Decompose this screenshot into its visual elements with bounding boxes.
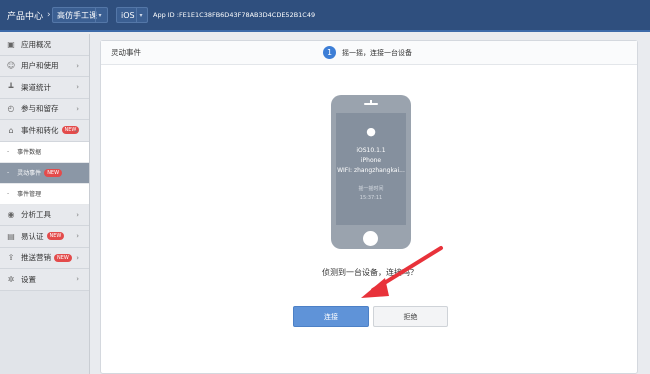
cert-icon: ▤ — [7, 231, 15, 241]
chevron-right-icon: › — [76, 61, 79, 70]
chevron-down-icon: ⌄ — [73, 126, 79, 135]
push-icon: ⇪ — [7, 253, 15, 263]
device-model: iPhone — [360, 157, 382, 164]
device-wifi: WIFI: zhangzhangkai... — [337, 167, 405, 174]
phone-screen: ● iOS10.1.1 iPhone WIFI: zhangzhangkai..… — [336, 113, 406, 225]
new-badge: NEW — [46, 232, 65, 241]
sidebar-item-analysis[interactable]: ◉ 分析工具 › — [0, 204, 89, 226]
chevron-right-icon: › — [76, 275, 79, 284]
main-panel: 灵动事件 1 摇一摇，连接一台设备 ● iOS10.1.1 iPhone WIF… — [100, 40, 638, 374]
platform-select[interactable]: iOS ▾ — [116, 7, 148, 23]
sidebar-item-label: 易认证 — [21, 231, 44, 241]
phone-illustration: ● iOS10.1.1 iPhone WIFI: zhangzhangkai..… — [331, 95, 411, 249]
chevron-right-icon: › — [76, 210, 79, 219]
bullet-icon: - — [7, 148, 10, 155]
sidebar-subitem-label: 事件数据 — [17, 149, 42, 156]
overview-icon: ▣ — [7, 39, 15, 49]
sidebar-subitem-event-data[interactable]: - 事件数据 — [0, 141, 89, 163]
step-number: 1 — [323, 46, 336, 59]
sidebar: ▣ 应用概况 ☺ 用户和使用 › ┻ 渠道统计 › ◴ 参与和留存 › ⌂ 事件… — [0, 34, 90, 374]
sidebar-item-push[interactable]: ⇪ 推送营销 NEW › — [0, 247, 89, 269]
sidebar-item-label: 渠道统计 — [21, 82, 51, 92]
phone-speaker — [364, 103, 378, 105]
channel-icon: ┻ — [8, 82, 14, 92]
bullet-icon: - — [7, 190, 10, 197]
panel-header: 灵动事件 1 摇一摇，连接一台设备 — [101, 41, 637, 65]
sidebar-item-label: 设置 — [21, 274, 36, 284]
retention-icon: ◴ — [7, 104, 15, 114]
sidebar-item-users[interactable]: ☺ 用户和使用 › — [0, 55, 89, 77]
sidebar-subitem-label: 灵动事件 — [17, 170, 42, 177]
sidebar-item-label: 参与和留存 — [21, 104, 59, 114]
shake-time-label: 摇一摇时间 — [358, 186, 384, 192]
chevron-right-icon: › — [76, 83, 79, 92]
product-center-menu[interactable]: 产品中心 › — [0, 9, 52, 22]
gear-icon: ✲ — [7, 274, 15, 284]
app-select-value: 高仿手工课 — [57, 10, 97, 20]
sidebar-item-label: 分析工具 — [21, 210, 51, 220]
chevron-right-icon: › — [76, 104, 79, 113]
step-indicator: 1 摇一摇，连接一台设备 — [323, 46, 412, 59]
sidebar-item-overview[interactable]: ▣ 应用概况 — [0, 34, 89, 56]
shake-time-value: 15:37:11 — [359, 195, 383, 201]
new-badge: NEW — [44, 168, 63, 177]
apple-icon: ● — [366, 125, 376, 138]
chevron-right-icon: › — [76, 232, 79, 241]
event-icon: ⌂ — [8, 125, 14, 135]
sidebar-item-cert[interactable]: ▤ 易认证 NEW › — [0, 226, 89, 248]
chevron-down-icon: ▾ — [95, 8, 104, 22]
chevron-right-icon: › — [76, 253, 79, 262]
page-title: 灵动事件 — [111, 48, 141, 57]
annotation-arrow-icon — [361, 246, 443, 298]
bullet-icon: - — [7, 169, 10, 176]
chevron-down-icon: ▾ — [136, 8, 145, 22]
sidebar-item-label: 推送营销 — [21, 253, 51, 263]
eye-icon: ◉ — [7, 210, 15, 220]
app-id: App ID :FE1E1C38FB6D43F78AB3D4CDE52B1C49 — [153, 11, 316, 19]
sidebar-subitem-smart-event[interactable]: - 灵动事件 NEW — [0, 162, 89, 184]
sidebar-subitem-label: 事件管理 — [17, 191, 42, 198]
sidebar-item-label: 事件和转化 — [21, 125, 59, 135]
app-select[interactable]: 高仿手工课 ▾ — [52, 7, 108, 23]
sidebar-item-channel[interactable]: ┻ 渠道统计 › — [0, 77, 89, 99]
top-bar: 产品中心 › 高仿手工课 ▾ iOS ▾ App ID :FE1E1C38FB6… — [0, 0, 650, 32]
brand-label: 产品中心 — [7, 11, 44, 22]
platform-select-value: iOS — [121, 10, 135, 20]
sidebar-item-retention[interactable]: ◴ 参与和留存 › — [0, 98, 89, 120]
new-badge: NEW — [54, 253, 72, 262]
sidebar-item-events[interactable]: ⌂ 事件和转化 NEW ⌄ — [0, 120, 89, 142]
sidebar-subitem-event-manage[interactable]: - 事件管理 — [0, 183, 89, 205]
step-text: 摇一摇，连接一台设备 — [342, 48, 412, 57]
device-os-version: iOS10.1.1 — [356, 147, 386, 154]
sidebar-item-settings[interactable]: ✲ 设置 › — [0, 269, 89, 291]
users-icon: ☺ — [6, 61, 16, 71]
chevron-right-icon: › — [47, 10, 51, 20]
sidebar-item-label: 应用概况 — [21, 39, 51, 49]
sidebar-item-label: 用户和使用 — [21, 61, 59, 71]
